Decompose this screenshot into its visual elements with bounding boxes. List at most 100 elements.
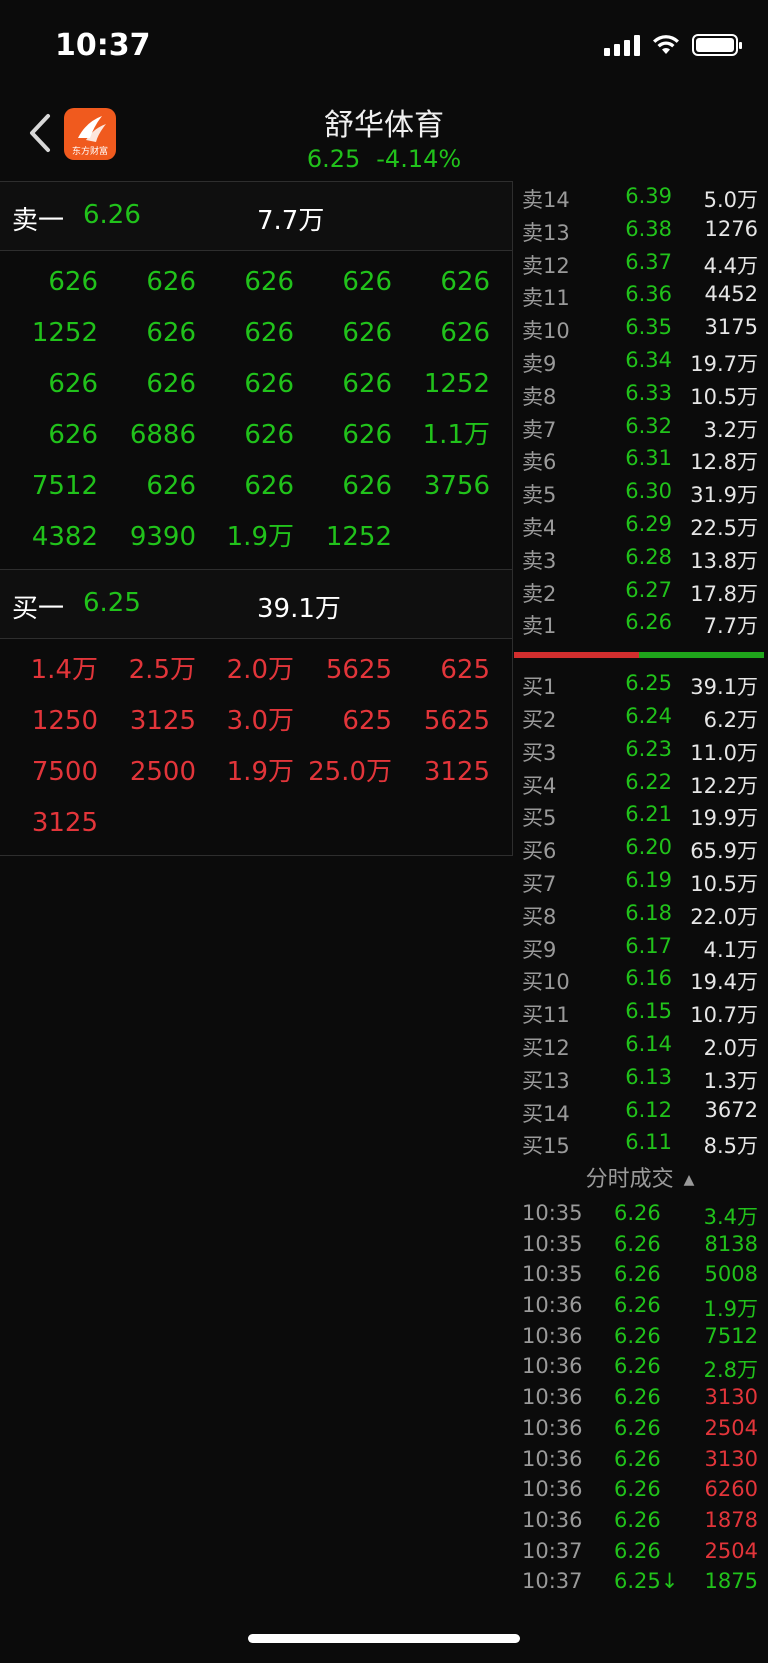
tick-price: 6.26 <box>614 1201 661 1225</box>
bid-row[interactable]: 买1 6.25 39.1万 <box>512 668 768 701</box>
tick-price: 6.26 <box>614 1354 661 1379</box>
ask-row-volume: 3.2万 <box>703 417 758 442</box>
sell-queue-cell: 1252 <box>31 318 98 348</box>
bid-row[interactable]: 买8 6.18 22.0万 <box>512 898 768 931</box>
tick-volume: 2504 <box>704 1415 758 1440</box>
status-time: 10:37 <box>55 28 151 63</box>
ask-row[interactable]: 卖12 6.37 4.4万 <box>512 247 768 280</box>
ask-row-price: 6.28 <box>625 544 672 569</box>
bid-row-label: 买11 <box>522 1003 570 1028</box>
tick-price: 6.26 <box>614 1323 661 1348</box>
tick-row: 10:36 6.26 6260 <box>512 1476 768 1507</box>
buy-one-volume: 39.1万 <box>257 594 341 624</box>
bid-row-volume: 3672 <box>704 1097 758 1122</box>
buy-queue-cell: 3125 <box>129 706 196 736</box>
tick-row: 10:36 6.26 1878 <box>512 1507 768 1538</box>
ask-row[interactable]: 卖4 6.29 22.5万 <box>512 509 768 542</box>
tick-price: 6.26 <box>614 1385 661 1410</box>
bid-row[interactable]: 买3 6.23 11.0万 <box>512 734 768 767</box>
wifi-icon <box>653 35 679 54</box>
ask-row[interactable]: 卖9 6.34 19.7万 <box>512 345 768 378</box>
buy-queue-grid: 1.4万 2.5万 2.0万 5625 625 1250 3125 3.0万 625 5625 75… <box>0 639 512 856</box>
bid-row-volume: 11.0万 <box>690 740 758 765</box>
bid-row-label: 买13 <box>522 1068 570 1093</box>
ask-row-price: 6.31 <box>625 446 672 471</box>
tick-trades-title: 分时成交 <box>585 1167 674 1192</box>
ask-row[interactable]: 卖13 6.38 1276 <box>512 214 768 247</box>
bid-row-volume: 2.0万 <box>703 1035 758 1060</box>
ask-row-volume: 4.4万 <box>703 253 758 278</box>
bid-row[interactable]: 买9 6.17 4.1万 <box>512 931 768 964</box>
tick-volume: 1878 <box>704 1507 758 1532</box>
bid-row-label: 买14 <box>522 1101 570 1126</box>
tick-time: 10:35 <box>522 1201 583 1225</box>
bid-row[interactable]: 买11 6.15 10.7万 <box>512 996 768 1029</box>
sell-queue-cell: 626 <box>244 369 294 399</box>
bid-row[interactable]: 买12 6.14 2.0万 <box>512 1029 768 1062</box>
battery-icon <box>692 34 742 56</box>
tick-row: 10:36 6.26 3130 <box>512 1384 768 1415</box>
ask-row-label: 卖2 <box>522 581 557 606</box>
ask-row-price: 6.33 <box>625 380 672 405</box>
sell-one-row[interactable]: 卖一 6.26 7.7万 <box>0 181 512 251</box>
stock-name: 舒华体育 <box>324 108 444 143</box>
bid-row-price: 6.12 <box>625 1097 672 1122</box>
bid-row[interactable]: 买5 6.21 19.9万 <box>512 799 768 832</box>
bid-row-volume: 10.5万 <box>690 871 758 896</box>
bid-row[interactable]: 买2 6.24 6.2万 <box>512 701 768 734</box>
bid-row-price: 6.18 <box>625 900 672 925</box>
bid-row[interactable]: 买13 6.13 1.3万 <box>512 1062 768 1095</box>
ask-row-label: 卖8 <box>522 384 557 409</box>
bid-row[interactable]: 买10 6.16 19.4万 <box>512 963 768 996</box>
ask-row[interactable]: 卖7 6.32 3.2万 <box>512 411 768 444</box>
sell-queue-cell: 626 <box>146 471 196 501</box>
sell-queue-cell: 3756 <box>423 471 490 501</box>
tick-volume: 3130 <box>704 1446 758 1471</box>
sell-queue-cell: 626 <box>244 471 294 501</box>
bid-row-volume: 19.9万 <box>690 806 758 831</box>
bid-row[interactable]: 买4 6.22 12.2万 <box>512 767 768 800</box>
buy-queue-cell <box>392 798 490 849</box>
buy-queue-cell <box>98 798 196 849</box>
bid-row[interactable]: 买14 6.12 3672 <box>512 1095 768 1128</box>
ask-row-price: 6.39 <box>625 184 672 208</box>
ask-row-label: 卖4 <box>522 515 557 540</box>
ask-row[interactable]: 卖3 6.28 13.8万 <box>512 542 768 575</box>
bid-row[interactable]: 买7 6.19 10.5万 <box>512 865 768 898</box>
buy-queue-cell: 1250 <box>31 706 98 736</box>
buy-queue-cell: 25.0万 <box>308 757 392 787</box>
bid-row[interactable]: 买6 6.20 65.9万 <box>512 832 768 865</box>
tick-time: 10:36 <box>522 1415 583 1440</box>
ask-row[interactable]: 卖1 6.26 7.7万 <box>512 607 768 640</box>
ask-row[interactable]: 卖2 6.27 17.8万 <box>512 575 768 608</box>
ask-row[interactable]: 卖5 6.30 31.9万 <box>512 476 768 509</box>
ask-row[interactable]: 卖10 6.35 3175 <box>512 312 768 345</box>
ask-row-price: 6.32 <box>625 413 672 438</box>
ask-row-price: 6.34 <box>625 347 672 372</box>
buy-one-label: 买一 <box>12 594 65 624</box>
sell-queue-cell: 626 <box>146 369 196 399</box>
ask-row[interactable]: 卖6 6.31 12.8万 <box>512 443 768 476</box>
ask-row[interactable]: 卖8 6.33 10.5万 <box>512 378 768 411</box>
tick-price: 6.25↓ <box>614 1569 679 1594</box>
tick-row: 10:37 6.25↓ 1875 <box>512 1568 768 1599</box>
home-indicator[interactable] <box>248 1634 520 1643</box>
bid-row-label: 买8 <box>522 904 557 929</box>
bid-row-volume: 8.5万 <box>703 1134 758 1159</box>
tick-volume: 8138 <box>704 1231 758 1256</box>
buy-one-row[interactable]: 买一 6.25 39.1万 <box>0 569 512 639</box>
ask-row[interactable]: 卖11 6.36 4452 <box>512 279 768 312</box>
order-book: 卖14 6.39 5.0万 卖13 6.38 1276 卖12 6.37 4.4万 卖11 6.36… <box>512 181 768 1160</box>
ask-row[interactable]: 卖14 6.39 5.0万 <box>512 181 768 214</box>
sell-queue-cell: 626 <box>342 267 392 297</box>
tick-price: 6.26 <box>614 1293 661 1318</box>
sell-queue-cell: 626 <box>244 318 294 348</box>
bid-row-price: 6.14 <box>625 1031 672 1056</box>
tick-trades-header[interactable]: 分时成交 ▲ <box>512 1160 768 1200</box>
buy-queue-cell: 2.5万 <box>128 655 196 685</box>
tick-time: 10:35 <box>522 1231 583 1256</box>
bid-row-volume: 39.1万 <box>690 675 758 700</box>
bid-row[interactable]: 买15 6.11 8.5万 <box>512 1127 768 1160</box>
buy-queue-cell: 3125 <box>423 757 490 787</box>
cellular-signal-icon <box>604 34 640 56</box>
